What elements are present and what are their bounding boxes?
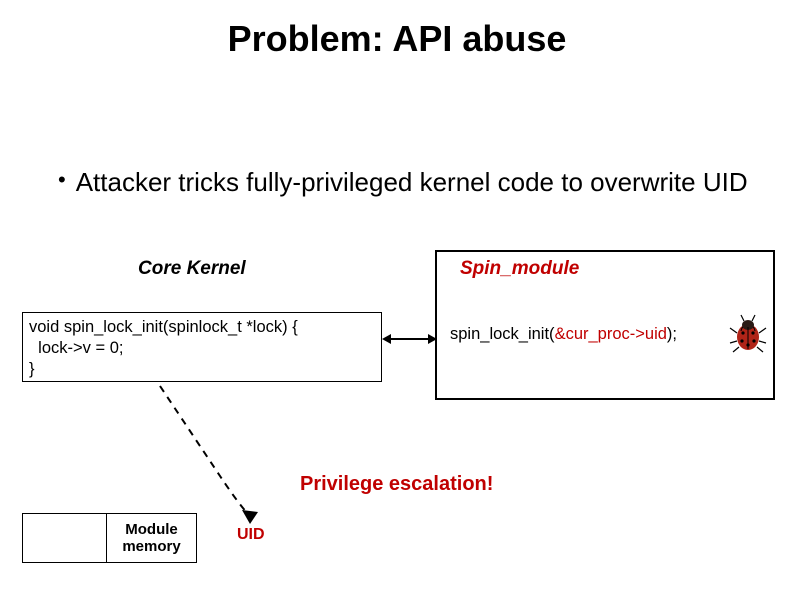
code-spin-lock-init-definition: void spin_lock_init(spinlock_t *lock) { … (22, 312, 382, 382)
spin-module-label: Spin_module (460, 258, 579, 280)
arrow-bidirectional-icon (382, 332, 437, 346)
bug-icon (728, 313, 768, 353)
uid-label: UID (237, 526, 265, 544)
code-spin-lock-init-call: spin_lock_init(&cur_proc->uid); (450, 324, 760, 345)
memory-blocks: Module memory (22, 513, 197, 563)
core-kernel-label: Core Kernel (138, 258, 246, 280)
memory-module-line2: memory (107, 538, 196, 555)
code-line: lock->v = 0; (29, 338, 375, 359)
bullet-text: Attacker tricks fully-privileged kernel … (76, 166, 748, 198)
code-call-arg: &cur_proc->uid (555, 325, 667, 343)
code-line: void spin_lock_init(spinlock_t *lock) { (29, 317, 375, 338)
memory-block-module: Module memory (107, 513, 197, 563)
bullet-item: • Attacker tricks fully-privileged kerne… (58, 166, 764, 198)
code-call-fn: spin_lock_init( (450, 325, 555, 343)
code-call-tail: ); (667, 325, 677, 343)
privilege-escalation-label: Privilege escalation! (300, 473, 493, 496)
slide-title: Problem: API abuse (0, 18, 794, 60)
bullet-dot: • (58, 166, 66, 194)
memory-block-empty (22, 513, 107, 563)
memory-module-line1: Module (107, 521, 196, 538)
dashed-arrow-down-icon (150, 376, 310, 536)
